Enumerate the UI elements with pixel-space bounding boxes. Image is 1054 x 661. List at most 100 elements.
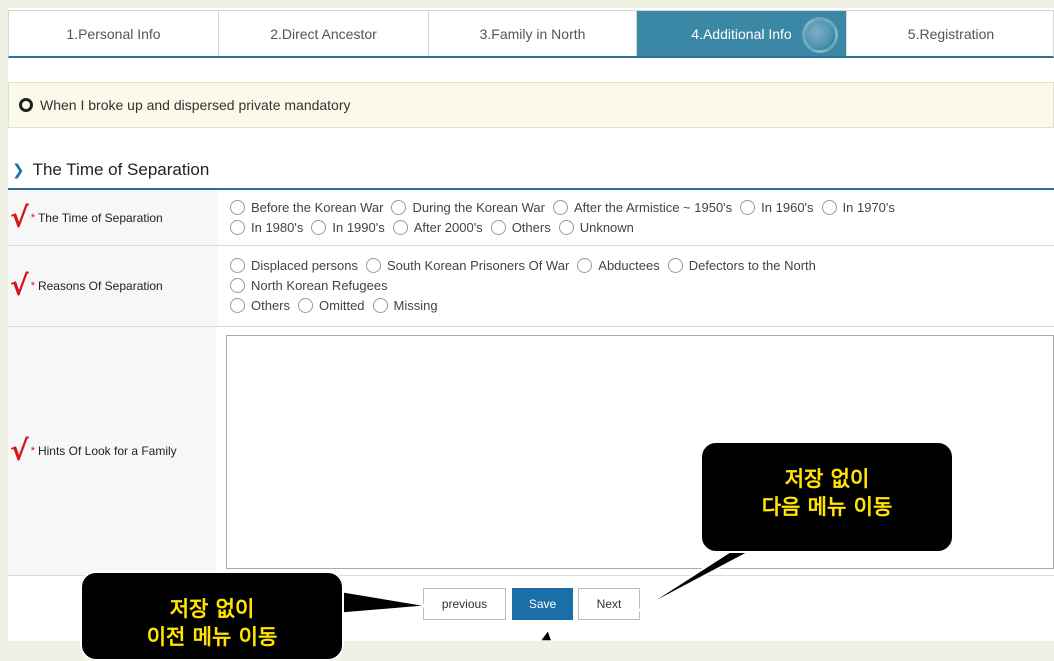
radio-button[interactable]	[391, 199, 407, 215]
section-title: ❯ The Time of Separation	[12, 160, 209, 180]
radio-button[interactable]	[372, 297, 388, 313]
radio-option[interactable]: Missing	[372, 297, 438, 313]
radio-button[interactable]	[821, 199, 837, 215]
options-line: North Korean Refugees	[230, 275, 1054, 295]
tab-label: 2.Direct Ancestor	[270, 25, 377, 42]
radio-option[interactable]: Before the Korean War	[230, 199, 384, 215]
required-star-icon: *	[30, 211, 35, 224]
step-tabs: 1.Personal Info 2.Direct Ancestor 3.Fami…	[8, 10, 1054, 58]
radio-option[interactable]: Others	[490, 219, 551, 235]
options-line: Before the Korean War During the Korean W…	[230, 197, 1054, 217]
callout-line: 저장 없이	[784, 467, 870, 491]
radio-button[interactable]	[298, 297, 314, 313]
radio-option[interactable]: In 1980's	[230, 219, 304, 235]
radio-label: In 1970's	[842, 199, 895, 215]
previous-button[interactable]: previous	[423, 588, 506, 620]
field-label-text: Reasons Of Separation	[37, 279, 163, 293]
radio-option[interactable]: South Korean Prisoners Of War	[365, 257, 570, 273]
radio-label: After the Armistice ~ 1950's	[573, 199, 733, 215]
radio-label: In 1990's	[332, 219, 385, 235]
notice-box: When I broke up and dispersed private ma…	[8, 82, 1054, 128]
radio-label: Omitted	[319, 297, 365, 313]
radio-option[interactable]: Abductees	[577, 257, 660, 273]
time-options: Before the Korean War During the Korean W…	[218, 190, 1054, 245]
radio-button[interactable]	[230, 257, 245, 273]
tab-label: 5.Registration	[907, 25, 995, 42]
required-check-icon: √	[10, 269, 29, 302]
callout-line: 다음 메뉴 이동	[761, 495, 893, 519]
radio-option[interactable]: Omitted	[298, 297, 365, 313]
options-line: Others Omitted Missing	[230, 295, 1054, 315]
radio-label: Before the Korean War	[251, 199, 384, 215]
radio-option[interactable]: Unknown	[558, 219, 634, 235]
field-label: √ * The Time of Separation	[8, 190, 218, 245]
radio-button[interactable]	[230, 297, 245, 313]
options-line: Displaced persons South Korean Prisoners …	[230, 255, 1054, 275]
radio-button[interactable]	[558, 219, 574, 235]
radio-label: During the Korean War	[412, 199, 545, 215]
tab-additional-info[interactable]: 4.Additional Info	[637, 11, 847, 56]
required-check-icon: √	[10, 434, 29, 467]
chevron-right-icon: ❯	[12, 162, 25, 179]
save-button[interactable]: Save	[512, 588, 573, 620]
radio-button[interactable]	[230, 219, 245, 235]
radio-option[interactable]: In 1970's	[821, 199, 895, 215]
radio-button[interactable]	[577, 257, 593, 273]
radio-label: In 1960's	[761, 199, 814, 215]
radio-option[interactable]: Others	[230, 297, 291, 313]
radio-option[interactable]: In 1990's	[311, 219, 385, 235]
required-check-icon: √	[10, 200, 29, 234]
radio-option[interactable]: North Korean Refugees	[230, 277, 388, 293]
field-label-text: The Time of Separation	[37, 210, 163, 225]
previous-callout: 저장 없이 이전 메뉴 이동	[80, 571, 344, 661]
required-star-icon: *	[30, 280, 35, 292]
field-label: √ * Hints Of Look for a Family	[8, 327, 216, 575]
radio-button[interactable]	[311, 219, 327, 235]
radio-button[interactable]	[740, 199, 756, 215]
radio-button[interactable]	[552, 199, 568, 215]
options-line: In 1980's In 1990's After 2000's Others Unkn…	[230, 217, 1054, 237]
bullet-ring-icon	[19, 98, 33, 112]
radio-label: Missing	[393, 297, 438, 313]
radio-label: Defectors to the North	[688, 257, 816, 273]
radio-button[interactable]	[230, 199, 245, 215]
radio-option[interactable]: After the Armistice ~ 1950's	[552, 199, 733, 215]
callout-line: 저장 없이	[169, 597, 255, 621]
radio-button[interactable]	[365, 257, 381, 273]
tab-family-in-north[interactable]: 3.Family in North	[429, 11, 637, 56]
radio-label: After 2000's	[413, 219, 483, 235]
tab-direct-ancestor[interactable]: 2.Direct Ancestor	[219, 11, 429, 56]
next-button[interactable]: Next	[578, 588, 640, 620]
tab-personal-info[interactable]: 1.Personal Info	[9, 11, 219, 56]
radio-label: In 1980's	[251, 219, 304, 235]
tab-registration[interactable]: 5.Registration	[847, 11, 1054, 56]
row-time-of-separation: √ * The Time of Separation Before the Ko…	[8, 190, 1054, 246]
radio-button[interactable]	[667, 257, 683, 273]
emblem-icon	[802, 17, 838, 53]
row-reasons-of-separation: √ * Reasons Of Separation Displaced pers…	[8, 246, 1054, 327]
radio-label: Abductees	[598, 257, 660, 273]
field-label-text: Hints Of Look for a Family	[37, 444, 177, 458]
tab-label: 4.Additional Info	[691, 25, 792, 42]
tab-label: 1.Personal Info	[66, 25, 161, 42]
reason-options: Displaced persons South Korean Prisoners …	[218, 246, 1054, 326]
field-label: √ * Reasons Of Separation	[8, 246, 218, 326]
radio-label: South Korean Prisoners Of War	[386, 257, 570, 273]
radio-option[interactable]: During the Korean War	[391, 199, 545, 215]
radio-button[interactable]	[490, 219, 506, 235]
required-star-icon: *	[30, 445, 35, 457]
radio-label: Unknown	[579, 219, 634, 235]
radio-option[interactable]: Defectors to the North	[667, 257, 816, 273]
radio-label: Others	[251, 297, 291, 313]
radio-option[interactable]: Displaced persons	[230, 257, 358, 273]
notice-text: When I broke up and dispersed private ma…	[40, 97, 351, 113]
radio-button[interactable]	[230, 277, 245, 293]
radio-label: Others	[511, 219, 551, 235]
radio-button[interactable]	[392, 219, 408, 235]
radio-label: North Korean Refugees	[251, 277, 388, 293]
radio-option[interactable]: After 2000's	[392, 219, 483, 235]
section-title-text: The Time of Separation	[32, 160, 210, 179]
radio-option[interactable]: In 1960's	[740, 199, 814, 215]
tab-label: 3.Family in North	[479, 25, 586, 42]
callout-line: 이전 메뉴 이동	[146, 625, 278, 649]
